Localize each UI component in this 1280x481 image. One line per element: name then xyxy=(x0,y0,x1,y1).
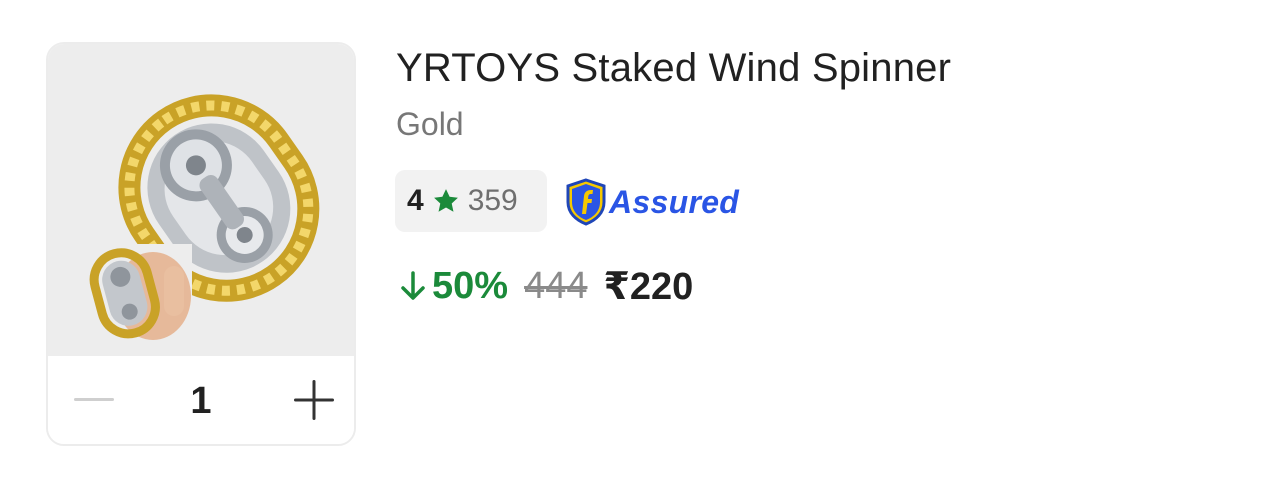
discount: 50% xyxy=(398,265,508,308)
assured-shield-icon xyxy=(566,178,606,226)
product-image[interactable] xyxy=(48,44,354,356)
discount-percent: 50% xyxy=(432,264,509,307)
assured-badge: Assured xyxy=(565,178,739,226)
rating-count: 359 xyxy=(467,184,518,217)
rating-badge[interactable]: 4 359 xyxy=(395,170,547,232)
price-row: 50% 444 ₹220 xyxy=(398,262,693,310)
fidget-spinner-image xyxy=(89,94,320,340)
increment-button[interactable] xyxy=(288,374,340,426)
star-icon xyxy=(432,187,460,215)
plus-icon xyxy=(294,380,334,420)
rating-value: 4 xyxy=(407,184,424,217)
product-card: 1 xyxy=(46,42,356,446)
product-title[interactable]: YRTOYS Staked Wind Spinner xyxy=(396,46,951,91)
quantity-stepper: 1 xyxy=(48,356,354,444)
assured-label: Assured xyxy=(609,183,740,220)
original-price: 444 xyxy=(524,264,588,307)
arrow-down-icon xyxy=(398,270,428,302)
selling-price: ₹220 xyxy=(603,265,694,308)
product-variant: Gold xyxy=(396,106,464,142)
